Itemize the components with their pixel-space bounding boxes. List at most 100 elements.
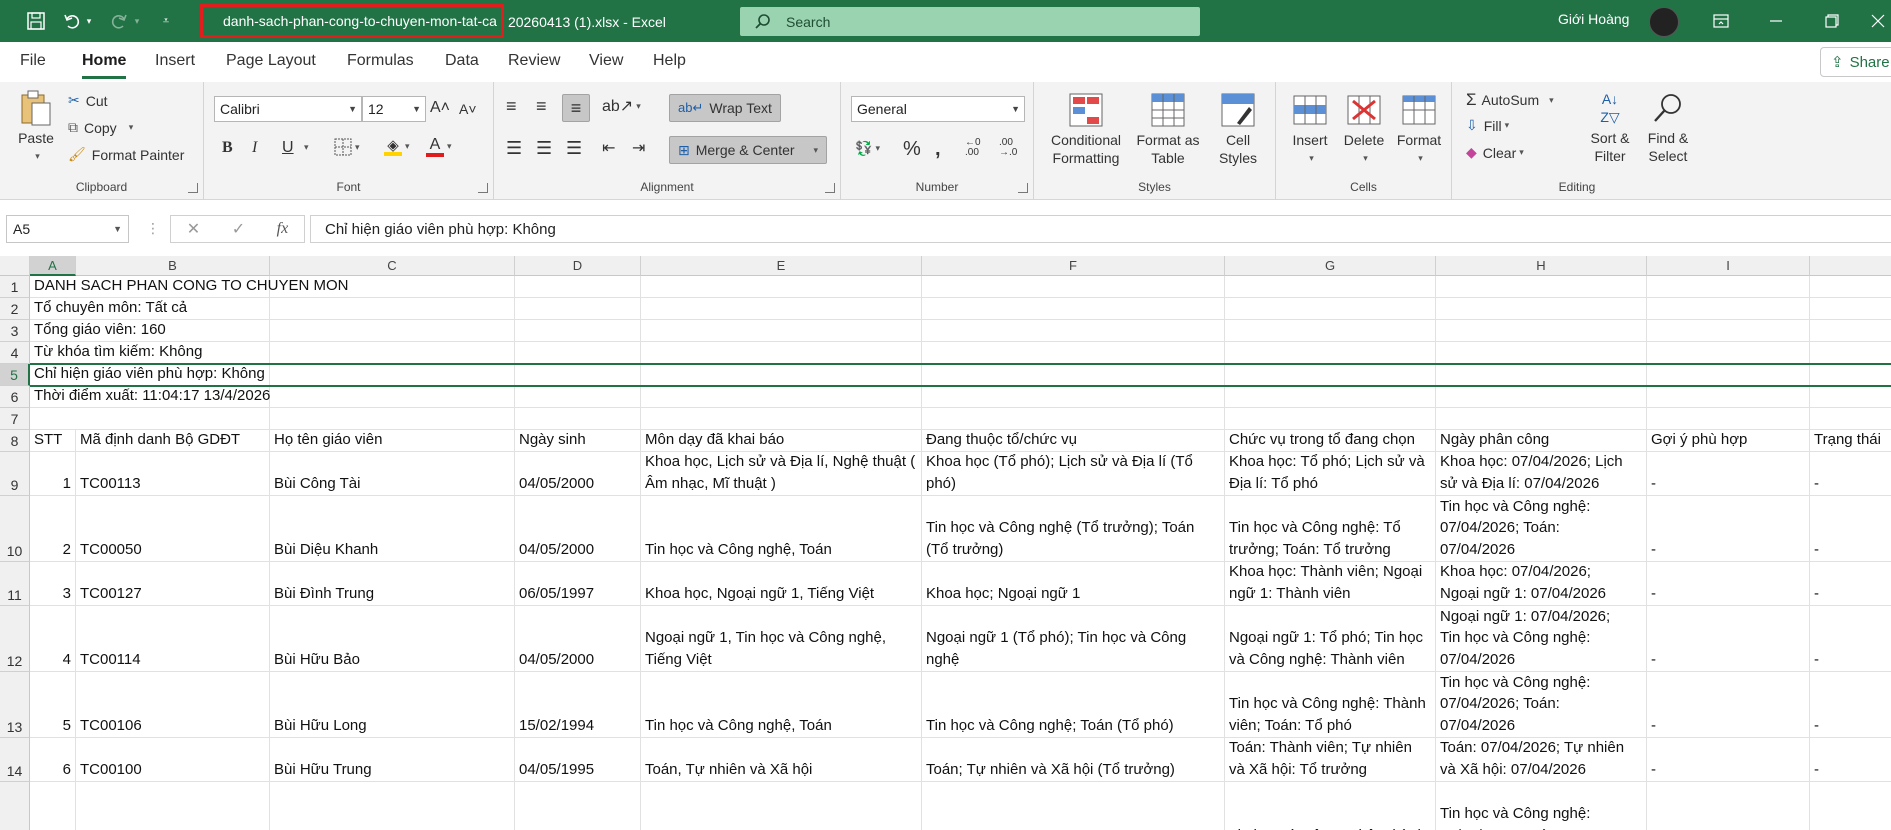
tab-file[interactable]: File [20,52,46,70]
tab-home[interactable]: Home [82,52,127,79]
table-cell[interactable]: 1 [30,452,76,496]
formula-input[interactable]: Chỉ hiện giáo viên phù hợp: Không [310,215,1891,243]
table-cell[interactable] [1225,320,1436,342]
table-cell[interactable]: TC00106 [76,672,270,738]
table-cell[interactable]: - [1647,496,1810,562]
worksheet-grid[interactable]: A B C D E F G H I 1 DANH SACH PHAN CONG TO CHUYEN … [0,256,1891,830]
row-header-next[interactable] [0,782,30,830]
table-cell[interactable]: Tin học và Công nghệ (Tổ trưởng); Toán (… [922,496,1225,562]
table-cell[interactable]: Từ khóa tìm kiếm: Không [30,342,202,364]
row-header-6[interactable]: 6 [0,386,30,408]
table-cell[interactable] [641,320,922,342]
row-header-3[interactable]: 3 [0,320,30,342]
table-cell[interactable] [1810,320,1891,342]
clear-dropdown-icon[interactable]: ▾ [1519,147,1524,158]
row-header-11[interactable]: 11 [0,562,30,606]
table-cell[interactable] [1810,782,1891,830]
enter-icon[interactable]: ✓ [232,219,245,239]
table-cell[interactable] [515,408,641,430]
row-header-9[interactable]: 9 [0,452,30,496]
increase-decimal-button[interactable]: ←0.00 [965,138,981,158]
table-cell[interactable]: TC00050 [76,496,270,562]
font-name-select[interactable]: Calibri ▼ [214,96,362,122]
table-cell[interactable] [1810,408,1891,430]
tab-insert[interactable]: Insert [155,52,195,70]
row-header-1[interactable]: 1 [0,276,30,298]
table-cell[interactable] [76,782,270,830]
table-cell[interactable] [922,276,1225,298]
table-cell[interactable]: DANH SACH PHAN CONG TO CHUYEN MON [30,276,348,298]
name-box[interactable]: A5 ▼ [6,215,129,243]
table-cell[interactable] [515,782,641,830]
table-cell[interactable]: Tin học và Công nghệ: 07/04/2026; Toán: … [1436,672,1647,738]
save-icon[interactable] [22,8,50,34]
restore-icon[interactable] [1816,9,1848,33]
font-size-select[interactable]: 12 ▼ [362,96,426,122]
fill-button[interactable]: ⇩ Fill ▾ [1466,117,1509,134]
table-cell[interactable] [270,320,515,342]
table-cell[interactable]: - [1647,452,1810,496]
table-cell[interactable]: Thời điểm xuất: 11:04:17 13/4/2026 [30,386,270,408]
table-cell[interactable] [922,386,1225,408]
number-format-select[interactable]: General ▼ [851,96,1025,122]
redo-dropdown-icon[interactable]: ▾ [130,8,144,34]
header-cell[interactable]: Đang thuộc tổ/chức vụ [922,430,1225,452]
italic-button[interactable]: I [252,139,257,157]
decrease-decimal-button[interactable]: .00 →.0 [999,138,1017,158]
table-cell[interactable] [1436,408,1647,430]
alignment-launcher-icon[interactable] [825,183,835,193]
table-cell[interactable] [641,782,922,830]
table-cell[interactable]: 04/05/2000 [515,496,641,562]
table-cell[interactable] [641,386,922,408]
cell-styles-button[interactable]: Cell Styles [1210,92,1266,167]
header-cell[interactable]: Gợi ý phù hợp [1647,430,1810,452]
table-cell[interactable] [1225,408,1436,430]
table-cell[interactable] [1647,364,1810,386]
paste-button[interactable]: Paste ▾ [14,90,58,165]
minimize-icon[interactable] [1760,9,1792,33]
table-cell[interactable]: 3 [30,562,76,606]
table-cell[interactable] [1647,386,1810,408]
column-header-f[interactable]: F [922,256,1225,276]
table-cell[interactable] [270,342,515,364]
close-icon[interactable] [1862,9,1891,33]
customize-qat-icon[interactable]: ⩡ [152,8,180,34]
clear-button[interactable]: ◆ Clear ▾ [1466,144,1524,161]
insert-function-icon[interactable]: fx [277,220,289,238]
align-center-button[interactable]: ☰ [536,138,552,159]
table-cell[interactable]: Toán: 07/04/2026; Tự nhiên và Xã hội: 07… [1436,738,1647,782]
table-cell[interactable] [922,408,1225,430]
table-cell[interactable] [515,320,641,342]
header-cell[interactable]: STT [30,430,76,452]
underline-button[interactable]: U [282,139,294,157]
delete-cells-button[interactable]: Delete ▾ [1338,92,1390,167]
align-middle-button[interactable]: ≡ [536,96,547,117]
table-cell[interactable]: Ngoại ngữ 1, Tin học và Công nghệ, Tiếng… [641,606,922,672]
font-launcher-icon[interactable] [478,183,488,193]
column-header-b[interactable]: B [76,256,270,276]
column-header-d[interactable]: D [515,256,641,276]
table-cell[interactable]: TC00127 [76,562,270,606]
table-cell[interactable]: 4 [30,606,76,672]
clipboard-launcher-icon[interactable] [188,183,198,193]
comma-style-button[interactable]: , [935,138,941,161]
format-as-table-button[interactable]: Format as Table [1132,92,1204,167]
table-cell[interactable]: Tổ chuyên môn: Tất cả [30,298,187,320]
table-cell[interactable]: Bùi Công Tài [270,452,515,496]
table-cell[interactable]: - [1647,562,1810,606]
table-cell[interactable] [1436,386,1647,408]
user-name[interactable]: Giới Hoàng [1558,11,1629,27]
table-cell[interactable]: Tin học và Công nghệ: Thành viên; Toán: … [1225,672,1436,738]
delete-dropdown-icon[interactable]: ▾ [1363,149,1368,167]
undo-dropdown-icon[interactable]: ▾ [82,8,96,34]
table-cell[interactable] [922,342,1225,364]
table-cell[interactable] [641,298,922,320]
table-cell[interactable] [922,298,1225,320]
align-left-button[interactable]: ☰ [506,138,522,159]
table-cell[interactable]: Khoa học; Ngoại ngữ 1 [922,562,1225,606]
align-top-button[interactable]: ≡ [506,96,517,117]
table-cell[interactable]: TC00113 [76,452,270,496]
table-cell[interactable] [641,276,922,298]
fill-color-button[interactable]: ◈ ▾ [384,136,410,156]
table-cell[interactable] [922,320,1225,342]
